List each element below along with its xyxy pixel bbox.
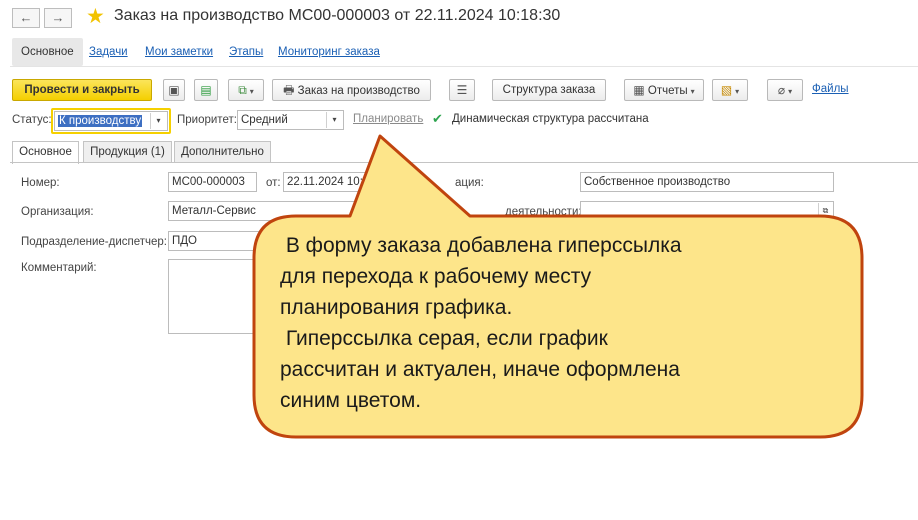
callout-line: для перехода к рабочему месту: [280, 265, 592, 288]
callout-line: синим цветом.: [280, 389, 422, 412]
callout-line: планирования графика.: [280, 296, 513, 319]
callout-line: рассчитан и актуален, иначе оформлена: [280, 358, 680, 381]
callout-line: В форму заказа добавлена гиперссылка: [280, 234, 682, 257]
callout-text: В форму заказа добавлена гиперссылка для…: [280, 230, 840, 416]
callout-line: Гиперссылка серая, если график: [280, 327, 608, 350]
